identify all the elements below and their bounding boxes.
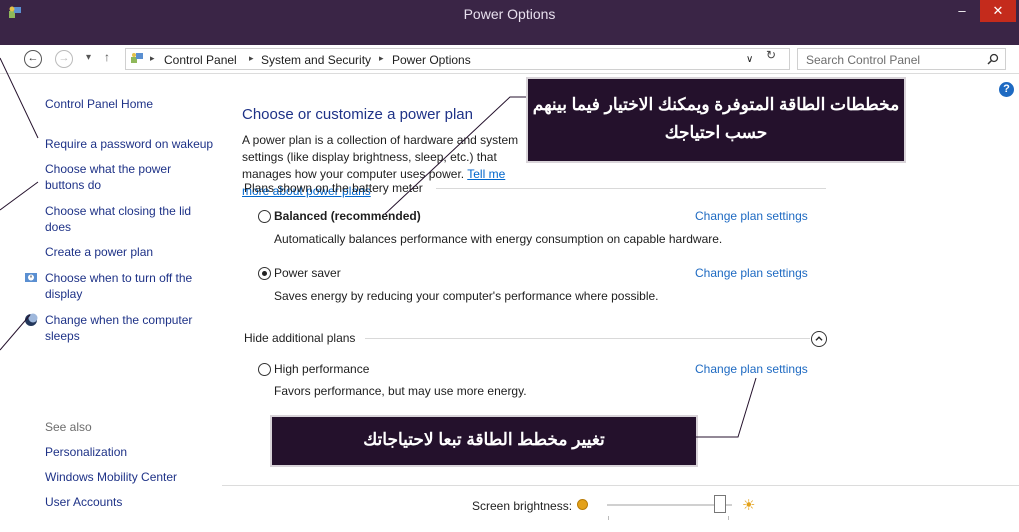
breadcrumb-separator: ▸ bbox=[379, 53, 384, 63]
breadcrumb-separator: ▸ bbox=[150, 53, 155, 63]
dim-sun-icon bbox=[577, 499, 588, 510]
plan-name-balanced: Balanced (recommended) bbox=[274, 209, 421, 223]
sidebar-item-computer-sleeps[interactable]: Change when the computer sleeps bbox=[45, 312, 210, 344]
search-input[interactable]: Search Control Panel bbox=[797, 48, 1006, 70]
screen-brightness-label: Screen brightness: bbox=[472, 499, 573, 513]
close-button[interactable]: ✕ bbox=[980, 0, 1016, 22]
see-also-mobility-center[interactable]: Windows Mobility Center bbox=[45, 469, 177, 485]
balanced-radio[interactable] bbox=[258, 210, 271, 223]
forward-button[interactable]: → bbox=[55, 50, 73, 68]
bottom-divider bbox=[222, 485, 1019, 486]
see-also-personalization[interactable]: Personalization bbox=[45, 444, 127, 460]
control-panel-icon bbox=[131, 53, 143, 63]
brightness-slider-thumb[interactable] bbox=[714, 495, 727, 513]
plan-desc-high-performance: Favors performance, but may use more ene… bbox=[274, 384, 527, 398]
hide-additional-plans-label: Hide additional plans bbox=[244, 331, 356, 345]
search-icon bbox=[987, 53, 999, 65]
change-plan-settings-high-performance[interactable]: Change plan settings bbox=[695, 362, 808, 376]
sidebar-item-closing-lid[interactable]: Choose what closing the lid does bbox=[45, 203, 205, 235]
address-bar[interactable]: ▸ Control Panel ▸ System and Security ▸ … bbox=[125, 48, 790, 70]
breadcrumb-separator: ▸ bbox=[249, 53, 254, 63]
divider bbox=[365, 338, 810, 339]
control-panel-home-link[interactable]: Control Panel Home bbox=[45, 96, 153, 112]
sidebar-item-turn-off-display[interactable]: Choose when to turn off the display bbox=[45, 270, 210, 302]
plan-name-high-performance: High performance bbox=[274, 362, 370, 376]
annotation-callout-plans: مخططات الطاقة المتوفرة ويمكنك الاختيار ف… bbox=[526, 77, 906, 163]
back-button[interactable]: ← bbox=[24, 50, 42, 68]
see-also-heading: See also bbox=[45, 420, 92, 434]
battery-meter-group-label: Plans shown on the battery meter bbox=[244, 181, 423, 195]
display-clock-icon bbox=[25, 273, 37, 282]
moon-sleep-icon bbox=[25, 313, 38, 326]
see-also-user-accounts[interactable]: User Accounts bbox=[45, 494, 122, 510]
help-icon[interactable]: ? bbox=[999, 82, 1014, 97]
task-pane: Control Panel Home Require a password on… bbox=[0, 74, 222, 532]
slider-tick bbox=[728, 516, 729, 520]
address-toolbar: ← → ▾ ↑ ▸ Control Panel ▸ System and Sec… bbox=[0, 45, 1019, 74]
brightness-slider-track[interactable] bbox=[607, 504, 732, 506]
title-bar: Power Options – □ ✕ bbox=[0, 0, 1019, 45]
sidebar-item-create-plan[interactable]: Create a power plan bbox=[45, 244, 153, 260]
divider bbox=[436, 188, 826, 189]
sidebar-item-power-buttons[interactable]: Choose what the power buttons do bbox=[45, 161, 195, 193]
recent-locations-dropdown[interactable]: ▾ bbox=[86, 52, 91, 63]
change-plan-settings-balanced[interactable]: Change plan settings bbox=[695, 209, 808, 223]
page-title: Choose or customize a power plan bbox=[242, 106, 473, 123]
plan-desc-power-saver: Saves energy by reducing your computer's… bbox=[274, 289, 659, 303]
power-options-window: Power Options – □ ✕ ← → ▾ ↑ ▸ Control Pa… bbox=[0, 0, 1019, 532]
bright-sun-icon: ☀ bbox=[742, 497, 756, 514]
plan-desc-balanced: Automatically balances performance with … bbox=[274, 232, 723, 246]
breadcrumb-system-security[interactable]: System and Security bbox=[261, 53, 371, 67]
refresh-button[interactable]: ↻ bbox=[766, 48, 776, 62]
slider-tick bbox=[608, 516, 609, 520]
minimize-button[interactable]: – bbox=[950, 0, 974, 22]
plan-name-power-saver: Power saver bbox=[274, 266, 341, 280]
collapse-chevron-icon[interactable] bbox=[811, 331, 827, 347]
annotation-callout-change-plan: تغيير مخطط الطاقة تبعا لاحتياجاتك bbox=[270, 415, 698, 467]
up-button[interactable]: ↑ bbox=[104, 50, 110, 64]
sidebar-item-password-wakeup[interactable]: Require a password on wakeup bbox=[45, 136, 215, 152]
change-plan-settings-power-saver[interactable]: Change plan settings bbox=[695, 266, 808, 280]
power-saver-radio[interactable] bbox=[258, 267, 271, 280]
search-placeholder: Search Control Panel bbox=[806, 53, 921, 67]
breadcrumb-power-options[interactable]: Power Options bbox=[392, 53, 471, 67]
high-performance-radio[interactable] bbox=[258, 363, 271, 376]
address-history-dropdown[interactable]: ∨ bbox=[746, 54, 753, 65]
window-title: Power Options bbox=[463, 6, 556, 22]
breadcrumb-control-panel[interactable]: Control Panel bbox=[164, 53, 237, 67]
